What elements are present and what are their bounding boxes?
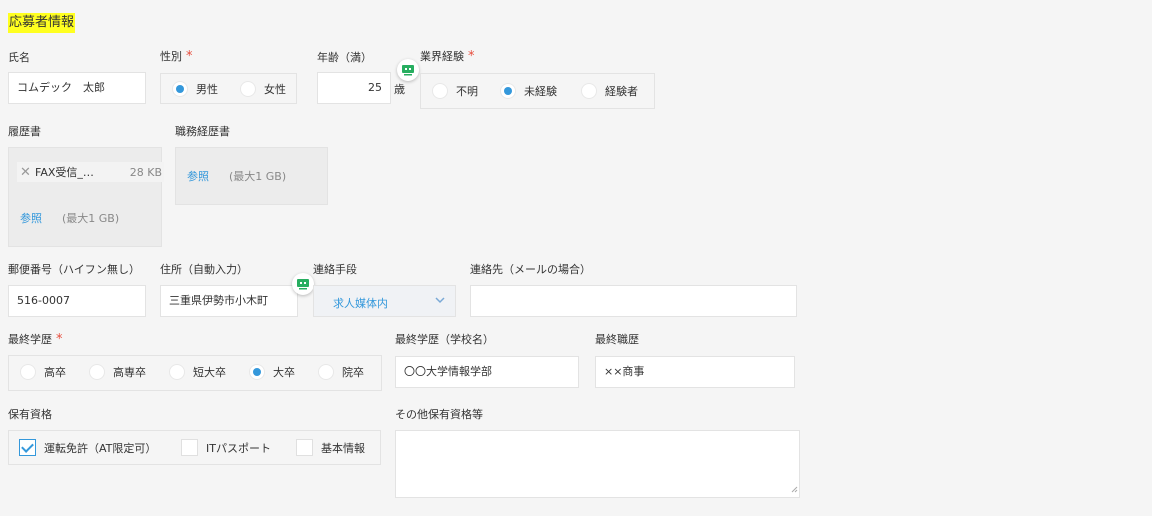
other-quals-label: その他保有資格等 (395, 408, 483, 421)
radio-unselected[interactable] (432, 83, 448, 99)
bot-icon[interactable] (292, 273, 314, 295)
radio-selected[interactable] (249, 364, 265, 380)
qualification-it-passport[interactable]: ITパスポート (181, 439, 271, 456)
contact-method-label: 連絡手段 (313, 263, 357, 276)
education-option-high[interactable]: 高卒 (20, 364, 66, 380)
school-input[interactable]: 〇〇大学情報学部 (395, 356, 579, 388)
checkbox-unchecked[interactable] (181, 439, 198, 456)
name-input[interactable]: コムデック 太郎 (8, 72, 146, 104)
experience-option-unknown[interactable]: 不明 (432, 83, 478, 99)
education-option-junior[interactable]: 短大卒 (169, 364, 226, 380)
resume-upload-area: ✕ FAX受信_… 28 KB 参照 (最大1 GB) (8, 147, 164, 247)
postal-label: 郵便番号（ハイフン無し） (8, 263, 140, 276)
gender-radio-group: 男性 女性 (160, 73, 297, 104)
age-label: 年齢（満） (317, 51, 372, 64)
radio-unselected[interactable] (318, 364, 334, 380)
gender-option-male[interactable]: 男性 (172, 81, 218, 97)
experience-option-experienced[interactable]: 経験者 (581, 83, 638, 99)
resize-grip-icon[interactable] (791, 483, 798, 496)
close-icon[interactable]: ✕ (20, 166, 32, 179)
education-option-graduate[interactable]: 院卒 (318, 364, 364, 380)
other-quals-textarea[interactable] (395, 430, 800, 498)
address-input[interactable]: 三重県伊勢市小木町 (160, 285, 298, 317)
age-input[interactable]: 25 (317, 72, 391, 104)
qualifications-checkbox-group: 運転免許（AT限定可） ITパスポート 基本情報 (8, 430, 381, 465)
contact-label: 連絡先（メールの場合） (470, 263, 591, 276)
section-title: 応募者情報 (8, 13, 76, 33)
age-unit: 歳 (394, 83, 405, 96)
radio-unselected[interactable] (20, 364, 36, 380)
education-option-technical[interactable]: 高専卒 (89, 364, 146, 380)
radio-unselected[interactable] (89, 364, 105, 380)
contact-method-value: 求人媒体内 (333, 297, 388, 310)
education-option-university[interactable]: 大卒 (249, 364, 295, 380)
contact-input[interactable] (470, 285, 797, 317)
qualification-basic-info[interactable]: 基本情報 (296, 439, 365, 456)
experience-option-none[interactable]: 未経験 (500, 83, 557, 99)
education-radio-group: 高卒 高専卒 短大卒 大卒 院卒 (8, 355, 382, 391)
career-doc-browse-link[interactable]: 参照 (187, 168, 209, 184)
postal-input[interactable]: 516-0007 (8, 285, 146, 317)
qualification-driver-license[interactable]: 運転免許（AT限定可） (19, 439, 156, 456)
gender-option-female[interactable]: 女性 (240, 81, 286, 97)
chevron-down-icon (434, 294, 446, 309)
last-job-input[interactable]: ××商事 (595, 356, 795, 388)
radio-unselected[interactable] (169, 364, 185, 380)
file-name[interactable]: FAX受信_… (35, 164, 103, 180)
name-label: 氏名 (8, 51, 30, 64)
radio-unselected[interactable] (581, 83, 597, 99)
checkbox-unchecked[interactable] (296, 439, 313, 456)
experience-label: 業界経験 * (420, 49, 475, 64)
radio-unselected[interactable] (240, 81, 256, 97)
last-job-label: 最終職歴 (595, 333, 639, 346)
education-label: 最終学歴 * (8, 332, 63, 347)
career-doc-upload-area: 参照 (最大1 GB) (175, 147, 328, 205)
resume-browse-link[interactable]: 参照 (20, 210, 42, 226)
contact-method-select[interactable]: 求人媒体内 (313, 285, 456, 317)
file-size: 28 KB (129, 165, 162, 179)
gender-label: 性別 * (160, 49, 193, 64)
qualifications-label: 保有資格 (8, 408, 52, 421)
attached-file: ✕ FAX受信_… 28 KB (17, 162, 164, 182)
resume-max-size: (最大1 GB) (62, 212, 120, 225)
career-doc-label: 職務経歴書 (175, 125, 230, 138)
school-label: 最終学歴（学校名） (395, 333, 494, 346)
checkbox-checked[interactable] (19, 439, 36, 456)
radio-selected[interactable] (172, 81, 188, 97)
experience-radio-group: 不明 未経験 経験者 (420, 73, 655, 109)
bot-icon[interactable] (397, 59, 419, 81)
radio-selected[interactable] (500, 83, 516, 99)
career-doc-max-size: (最大1 GB) (229, 170, 287, 183)
resume-label: 履歴書 (8, 125, 41, 138)
address-label: 住所（自動入力） (160, 263, 248, 276)
